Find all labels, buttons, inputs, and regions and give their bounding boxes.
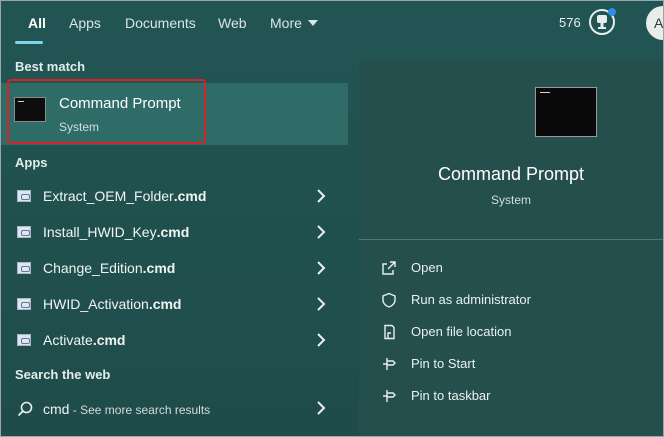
batch-file-icon xyxy=(17,190,31,202)
tab-more[interactable]: More xyxy=(270,15,318,31)
tab-more-label: More xyxy=(270,15,302,31)
batch-file-icon xyxy=(17,262,31,274)
action-label: Open file location xyxy=(411,324,512,339)
chevron-right-icon[interactable] xyxy=(315,188,327,204)
tab-documents[interactable]: Documents xyxy=(125,15,196,31)
tab-all[interactable]: All xyxy=(28,15,46,31)
app-result-hwid-activation[interactable]: HWID_Activation.cmd xyxy=(1,287,348,323)
chevron-right-icon[interactable] xyxy=(315,224,327,240)
action-open[interactable]: Open xyxy=(381,258,651,280)
search-icon xyxy=(17,401,33,417)
action-run-as-admin[interactable]: Run as administrator xyxy=(381,290,651,312)
batch-file-icon xyxy=(17,226,31,238)
tab-web[interactable]: Web xyxy=(218,15,247,31)
batch-file-icon xyxy=(17,334,31,346)
red-highlight-box xyxy=(7,79,206,144)
action-pin-to-taskbar[interactable]: Pin to taskbar xyxy=(381,386,651,408)
action-label: Open xyxy=(411,260,443,275)
command-prompt-large-icon xyxy=(535,87,597,137)
detail-subtitle: System xyxy=(490,193,531,207)
user-avatar[interactable]: A xyxy=(646,6,663,40)
detail-title: Command Prompt xyxy=(437,164,585,184)
search-web-heading: Search the web xyxy=(15,367,111,382)
action-label: Run as administrator xyxy=(411,292,531,307)
app-result-label: Change_Edition.cmd xyxy=(43,260,176,276)
app-result-label: HWID_Activation.cmd xyxy=(43,296,182,312)
start-search-window: All Apps Documents Web More 576 A Best m… xyxy=(0,0,664,437)
rewards-points: 576 xyxy=(559,15,581,30)
app-result-activate[interactable]: Activate.cmd xyxy=(1,323,348,359)
active-tab-indicator xyxy=(15,41,43,44)
apps-heading: Apps xyxy=(15,155,48,170)
app-result-extract-oem-folder[interactable]: Extract_OEM_Folder.cmd xyxy=(1,179,348,215)
pin-icon xyxy=(383,390,396,402)
divider xyxy=(359,239,663,240)
chevron-right-icon[interactable] xyxy=(315,332,327,348)
file-location-icon xyxy=(384,324,395,340)
filter-tabs-bar: All Apps Documents Web More 576 A xyxy=(1,1,663,47)
batch-file-icon xyxy=(17,298,31,310)
action-open-file-location[interactable]: Open file location xyxy=(381,322,651,344)
app-result-change-edition[interactable]: Change_Edition.cmd xyxy=(1,251,348,287)
result-details-pane xyxy=(359,61,663,436)
web-search-result[interactable]: cmd - See more search results xyxy=(43,401,210,417)
rewards-trophy-icon[interactable] xyxy=(587,6,617,36)
app-result-label: Extract_OEM_Folder.cmd xyxy=(43,188,207,204)
chevron-right-icon[interactable] xyxy=(315,400,327,416)
action-pin-to-start[interactable]: Pin to Start xyxy=(381,354,651,376)
pin-icon xyxy=(383,358,396,370)
tab-apps[interactable]: Apps xyxy=(69,15,101,31)
open-icon xyxy=(382,261,396,275)
action-label: Pin to Start xyxy=(411,356,476,371)
app-result-label: Install_HWID_Key.cmd xyxy=(43,224,190,240)
shield-icon xyxy=(382,292,396,308)
chevron-right-icon[interactable] xyxy=(315,296,327,312)
app-result-label: Activate.cmd xyxy=(43,332,126,348)
app-result-install-hwid-key[interactable]: Install_HWID_Key.cmd xyxy=(1,215,348,251)
action-label: Pin to taskbar xyxy=(411,388,491,403)
chevron-right-icon[interactable] xyxy=(315,260,327,276)
best-match-heading: Best match xyxy=(15,59,86,74)
web-search-query: cmd xyxy=(43,401,70,417)
web-search-hint: - See more search results xyxy=(69,403,211,417)
chevron-down-icon xyxy=(307,20,318,27)
